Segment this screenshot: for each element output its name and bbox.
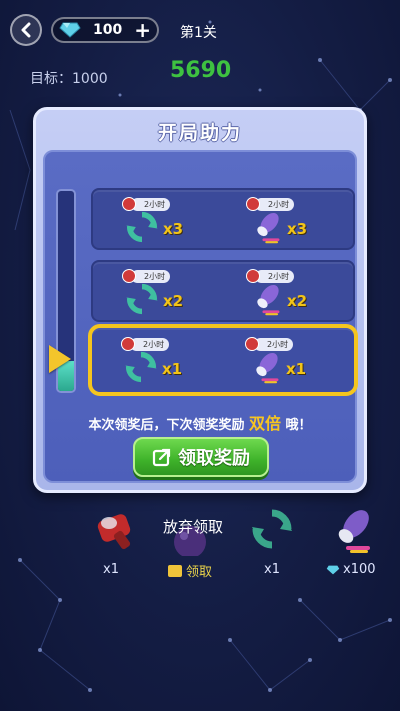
tool-refresh[interactable] [250,507,294,551]
reward-qty: x2 [287,292,308,310]
target-score: 目标：1000 [30,71,108,87]
double-bonus-notice: 本次领奖后，下次领奖奖励 双倍 哦！ [88,414,312,433]
clock-icon [121,337,135,351]
gem-currency-bar[interactable]: 100 + [51,17,159,43]
reward-row-3x: 2小时 x3 2小时 x3 [91,188,355,250]
diamond-icon [59,22,81,38]
tool-rocket[interactable] [328,506,374,554]
reward-qty: x1 [286,360,307,378]
diamond-icon [326,565,340,574]
external-link-icon [152,448,171,467]
refresh-icon [126,283,158,315]
refresh-reward: 2小时 x3 [119,197,209,246]
clock-icon [246,269,260,283]
level-label: 第1关 [180,25,217,41]
claim-reward-button[interactable]: 领取奖励 [133,437,269,477]
abandon-claim-button[interactable]: 放弃领取 [163,516,223,537]
reward-qty: x1 [162,360,183,378]
refresh-reward: 2小时 x1 [118,337,208,386]
progress-pointer-icon [49,345,71,373]
reward-qty: x2 [163,292,184,310]
rocket-reward: 2小时 x2 [243,269,333,318]
tool-hammer[interactable] [95,507,141,551]
tool-refresh-count: x1 [264,562,280,577]
video-claim-button[interactable]: 领取 [168,561,212,580]
gem-count: 100 [93,22,123,38]
rocket-reward: 2小时 x3 [243,197,333,246]
refresh-icon [125,351,157,383]
video-icon [168,564,182,577]
boost-dialog: 开局助力 2小时 x3 2小时 x3 2小时 x2 2小时 x2 2小时 x1 … [33,107,367,493]
double-highlight: 双倍 [248,414,281,433]
rocket-icon [257,284,280,316]
reward-row-1x-current: 2小时 x1 2小时 x1 [88,324,358,396]
back-button[interactable] [10,14,42,46]
tool-hammer-count: x1 [103,562,119,577]
clock-icon [122,269,136,283]
hammer-icon [97,514,131,550]
reward-row-2x: 2小时 x2 2小时 x2 [91,260,355,322]
rocket-reward: 2小时 x1 [242,337,332,386]
reward-qty: x3 [163,220,184,238]
rocket-icon [257,212,280,244]
chevron-left-icon [21,22,31,38]
clock-icon [245,337,259,351]
refresh-reward: 2小时 x2 [119,269,209,318]
dialog-title: 开局助力 [157,122,242,144]
current-score: 5690 [170,58,232,83]
refresh-icon [126,211,158,243]
add-gems-button[interactable]: + [134,20,151,40]
refresh-icon [252,509,292,549]
rocket-icon [256,352,279,384]
clock-icon [122,197,136,211]
rocket-icon [338,510,370,553]
tool-rocket-count: x100 [326,556,376,577]
clock-icon [246,197,260,211]
reward-qty: x3 [287,220,308,238]
